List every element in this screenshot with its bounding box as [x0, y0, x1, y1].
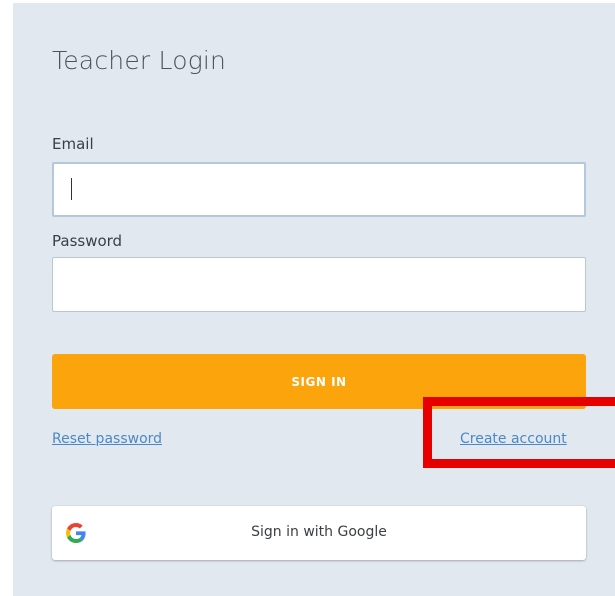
text-cursor [71, 178, 72, 200]
google-sign-in-button[interactable]: Sign in with Google [52, 506, 586, 560]
password-label: Password [52, 232, 123, 250]
page-title: Teacher Login [52, 46, 227, 75]
email-label: Email [52, 135, 94, 153]
email-field[interactable] [52, 162, 586, 217]
reset-password-link[interactable]: Reset password [52, 431, 162, 447]
password-field[interactable] [52, 257, 586, 312]
sign-in-button[interactable]: SIGN IN [52, 354, 586, 409]
google-sign-in-label: Sign in with Google [251, 524, 387, 540]
create-account-link[interactable]: Create account [460, 431, 567, 447]
